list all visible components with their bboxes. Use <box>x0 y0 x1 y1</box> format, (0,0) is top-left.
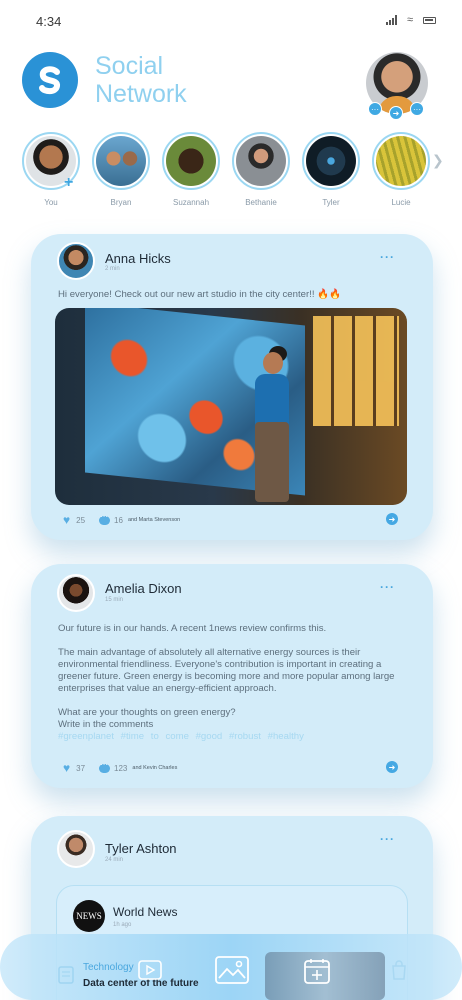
shopping-bag-icon[interactable] <box>391 960 407 985</box>
like-icon[interactable]: ♥ <box>63 761 70 775</box>
image-icon[interactable] <box>215 956 249 989</box>
nav-category: Technology <box>83 962 134 973</box>
post-stats: ♥ 25 16 and Marta Stevenson <box>63 512 181 528</box>
chevron-right-icon[interactable]: ❯ <box>432 152 444 169</box>
document-icon[interactable] <box>58 966 74 989</box>
shared-source[interactable]: World News <box>113 905 177 919</box>
comment-count: 123 <box>114 763 128 773</box>
commenter-name: and Marta Stevenson <box>127 517 181 523</box>
post-text: Hi everyone! Check out our new art studi… <box>58 289 342 300</box>
story-lucie[interactable]: Lucie <box>372 132 430 207</box>
arrow-icon[interactable]: ➜ <box>389 106 403 120</box>
post-card: Anna Hicks 2 min ··· Hi everyone! Check … <box>31 234 433 540</box>
stories-row: + You Bryan Suzannah Bethanie Tyler Luci… <box>22 132 442 212</box>
app-logo[interactable] <box>22 52 78 108</box>
post-author[interactable]: Tyler Ashton <box>105 841 177 856</box>
more-icon[interactable]: ··· <box>380 580 395 594</box>
post-text: Our future is in our hands. A recent 1ne… <box>58 623 403 743</box>
story-you[interactable]: + You <box>22 132 80 207</box>
avatar[interactable] <box>57 242 95 280</box>
like-count: 37 <box>76 763 86 773</box>
post-image[interactable] <box>55 308 407 505</box>
story-tyler[interactable]: Tyler <box>302 132 360 207</box>
like-icon[interactable]: ♥ <box>63 513 70 527</box>
comment-icon[interactable] <box>99 760 111 773</box>
story-bethanie[interactable]: Bethanie <box>232 132 290 207</box>
post-time: 24 min <box>105 857 124 863</box>
wifi-icon: ≈ <box>406 14 413 26</box>
comment-icon[interactable] <box>99 512 111 525</box>
video-icon[interactable] <box>138 960 162 985</box>
story-suzannah[interactable]: Suzannah <box>162 132 220 207</box>
post-time: 15 min <box>105 597 124 603</box>
signal-icon <box>385 15 397 25</box>
s-logo-icon <box>39 66 60 95</box>
more-icon[interactable]: ··· <box>380 250 395 264</box>
add-story-icon[interactable]: + <box>64 174 73 192</box>
avatar[interactable] <box>57 574 95 612</box>
status-time: 4:34 <box>36 14 62 29</box>
like-count: 25 <box>76 515 86 525</box>
post-stats: ♥ 37 123 and Kevin Charles <box>63 760 178 776</box>
post-card: Amelia Dixon 15 min ··· Our future is in… <box>31 564 433 788</box>
more-icon[interactable]: ··· <box>368 102 382 116</box>
post-author[interactable]: Anna Hicks <box>105 251 171 266</box>
post-author[interactable]: Amelia Dixon <box>105 581 182 596</box>
post-time: 2 min <box>105 266 120 272</box>
avatar[interactable] <box>57 830 95 868</box>
options-icon[interactable]: ··· <box>410 102 424 116</box>
share-icon[interactable]: ➜ <box>386 761 398 773</box>
world-news-logo: NEWS <box>73 900 105 932</box>
more-icon[interactable]: ··· <box>380 832 395 846</box>
story-bryan[interactable]: Bryan <box>92 132 150 207</box>
app-title: Social Network <box>95 52 187 108</box>
post-hashtags[interactable]: #greenplanet #time to come #good #robust… <box>58 731 403 743</box>
shared-time: 1h ago <box>113 922 132 928</box>
comment-count: 16 <box>114 515 123 525</box>
battery-icon <box>423 16 436 24</box>
share-icon[interactable]: ➜ <box>386 513 398 525</box>
commenter-name: and Kevin Charles <box>132 765 178 771</box>
status-bar: 4:34 ≈ <box>0 0 462 44</box>
calendar-add-icon[interactable] <box>304 958 330 989</box>
